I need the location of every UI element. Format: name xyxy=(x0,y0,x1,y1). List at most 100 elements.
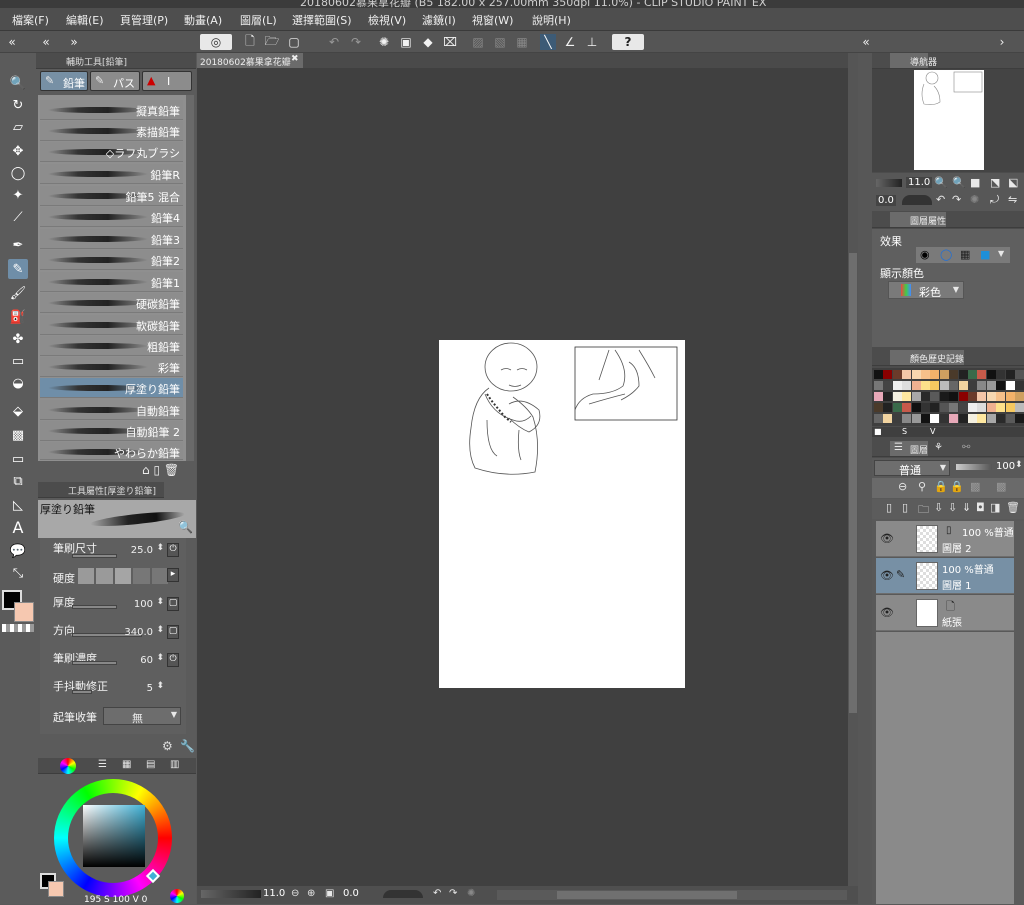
list-item[interactable]: 軟碳鉛筆 xyxy=(40,315,183,335)
history-swatch[interactable] xyxy=(986,403,996,412)
history-swatch[interactable] xyxy=(977,392,987,401)
history-swatch[interactable] xyxy=(930,381,940,390)
animation-cel-tab-icon[interactable]: ⚘ xyxy=(934,442,943,453)
history-swatch[interactable] xyxy=(892,414,902,423)
new-raster-layer-icon[interactable]: ▯ xyxy=(886,501,892,514)
stabilization-row[interactable]: 手抖動修正 5 ⬍ xyxy=(40,678,183,706)
history-s-icon[interactable]: S xyxy=(902,427,907,436)
navigator-rotation-slider[interactable] xyxy=(902,195,932,205)
object-tool-icon[interactable]: ▱ xyxy=(8,117,28,137)
history-swatch[interactable] xyxy=(986,370,996,379)
decoration-tool-icon[interactable]: ✤ xyxy=(8,329,28,349)
list-item[interactable]: 厚塗り鉛筆 xyxy=(40,378,183,398)
horizontal-scrollbar[interactable] xyxy=(497,890,847,900)
history-swatch[interactable] xyxy=(1005,403,1015,412)
delete-sub-tool-icon[interactable]: 🗑 xyxy=(164,463,179,477)
eye-icon[interactable]: 👁 xyxy=(880,606,894,619)
border-effect-icon[interactable]: ◉ xyxy=(920,248,930,261)
history-swatch[interactable] xyxy=(1015,392,1024,401)
sub-color-swatch[interactable] xyxy=(14,602,34,622)
history-swatch[interactable] xyxy=(949,403,959,412)
list-item[interactable]: ◇ラフ丸ブラシ xyxy=(40,142,183,162)
show-select-icon[interactable]: ▦ xyxy=(514,34,530,50)
history-swatch[interactable] xyxy=(921,392,930,401)
navigator-fit-icon[interactable]: ■ xyxy=(970,176,980,189)
horizontal-scroll-thumb[interactable] xyxy=(557,891,737,899)
eraser-tool-icon[interactable]: ▭ xyxy=(8,351,28,371)
effect-buttons[interactable]: ◉ ◯ ▦ ■ ▼ xyxy=(916,247,1010,263)
list-item[interactable]: 擬真鉛筆 xyxy=(40,100,183,120)
direction-setting-icon[interactable]: ▢ xyxy=(167,625,179,639)
history-swatch[interactable] xyxy=(1015,370,1024,379)
magic-wand-tool-icon[interactable]: ✦ xyxy=(8,185,28,205)
history-swatch[interactable] xyxy=(996,414,1006,423)
undo-icon[interactable]: ↶ xyxy=(326,34,342,50)
collapse-right-panel-icon[interactable]: « xyxy=(858,34,874,50)
hsv-mode-icon[interactable] xyxy=(170,889,184,903)
brush-list-scrollbar[interactable] xyxy=(186,95,194,461)
density-pressure-icon[interactable]: ⏻ xyxy=(167,653,179,667)
pencil-tool-icon[interactable]: ✎ xyxy=(8,259,28,279)
layer-row[interactable]: 👁 ▯ 100 %普通 圖層 2 xyxy=(876,521,1014,557)
balloon-tool-icon[interactable]: 💬 xyxy=(8,541,28,561)
history-swatch[interactable] xyxy=(930,392,940,401)
menu-select[interactable]: 選擇範圍(S) xyxy=(292,12,352,28)
history-swatch[interactable] xyxy=(911,381,921,390)
transparent-color-swatch[interactable] xyxy=(2,624,34,632)
menu-filter[interactable]: 濾鏡(I) xyxy=(422,12,456,28)
list-item[interactable]: 鉛筆4 xyxy=(40,207,183,227)
menu-help[interactable]: 說明(H) xyxy=(532,12,571,28)
merge-down-icon[interactable]: ⇩ xyxy=(948,501,957,514)
thickness-row[interactable]: 厚度 100 ⬍ ▢ xyxy=(40,594,183,622)
history-swatch[interactable] xyxy=(930,370,940,379)
vertical-scroll-thumb[interactable] xyxy=(849,253,857,713)
navigator-mirror-icon[interactable]: ⇋ xyxy=(1008,193,1017,206)
menu-animation[interactable]: 動畫(A) xyxy=(184,12,222,28)
deselect-icon[interactable]: ▨ xyxy=(470,34,486,50)
figure-tool-icon[interactable]: ▭ xyxy=(8,449,28,469)
history-swatch[interactable] xyxy=(986,392,996,401)
history-swatch[interactable] xyxy=(986,414,996,423)
list-item[interactable]: 鉛筆1 xyxy=(40,272,183,292)
history-swatch[interactable] xyxy=(911,370,921,379)
history-swatch[interactable] xyxy=(968,370,977,379)
fit-icon[interactable]: ▣ xyxy=(325,888,334,899)
history-swatch[interactable] xyxy=(883,403,893,412)
history-swatch[interactable] xyxy=(996,392,1006,401)
transform-icon[interactable]: ▣ xyxy=(398,34,414,50)
brush-size-row[interactable]: 筆刷尺寸 25.0 ⬍ ⏻ xyxy=(40,540,183,568)
history-swatch[interactable] xyxy=(939,414,949,423)
direction-row[interactable]: 方向 340.0 ⬍ ▢ xyxy=(40,622,183,650)
history-swatch[interactable] xyxy=(958,414,968,423)
wrench-icon[interactable]: 🔧 xyxy=(180,739,195,753)
blend-mode-dropdown[interactable]: 普通 ▼ xyxy=(874,460,950,477)
list-item[interactable]: 素描鉛筆 xyxy=(40,121,183,141)
reference-icon[interactable]: ⚲ xyxy=(918,480,926,493)
history-swatch[interactable] xyxy=(949,414,959,423)
navigator-zoom-slider[interactable] xyxy=(876,179,902,187)
history-swatch[interactable] xyxy=(968,381,977,390)
history-swatch[interactable] xyxy=(911,414,921,423)
history-swatch[interactable] xyxy=(892,392,902,401)
history-swatch[interactable] xyxy=(977,370,987,379)
layer-list-scrollbar[interactable] xyxy=(1014,521,1024,904)
opacity-slider[interactable] xyxy=(956,464,992,470)
history-swatch[interactable] xyxy=(986,381,996,390)
history-v-icon[interactable]: V xyxy=(930,427,935,436)
menu-layer[interactable]: 圖層(L) xyxy=(240,12,277,28)
history-swatch[interactable] xyxy=(911,403,921,412)
list-item[interactable]: 彩筆 xyxy=(40,357,183,377)
invert-select-icon[interactable]: ▧ xyxy=(492,34,508,50)
layer-row[interactable]: 👁 ✎ 100 %普通 圖層 1 xyxy=(876,558,1014,594)
collapse-right-panel2-icon[interactable]: › xyxy=(994,34,1010,50)
list-item[interactable]: やわらか鉛筆 xyxy=(40,442,183,460)
list-item[interactable]: 鉛筆3 xyxy=(40,229,183,249)
pressure-icon[interactable]: ⏻ xyxy=(167,543,179,557)
navigator-zoom-in-icon[interactable]: 🔍 xyxy=(952,176,966,189)
navigator-preview[interactable] xyxy=(872,69,1024,172)
collapse-left-icon[interactable]: « xyxy=(4,34,20,50)
stabilization-slider[interactable] xyxy=(72,690,92,694)
history-swatch[interactable] xyxy=(958,392,968,401)
history-swatch[interactable] xyxy=(892,381,902,390)
tab-pencil[interactable]: ✎ 鉛筆 xyxy=(40,71,88,91)
